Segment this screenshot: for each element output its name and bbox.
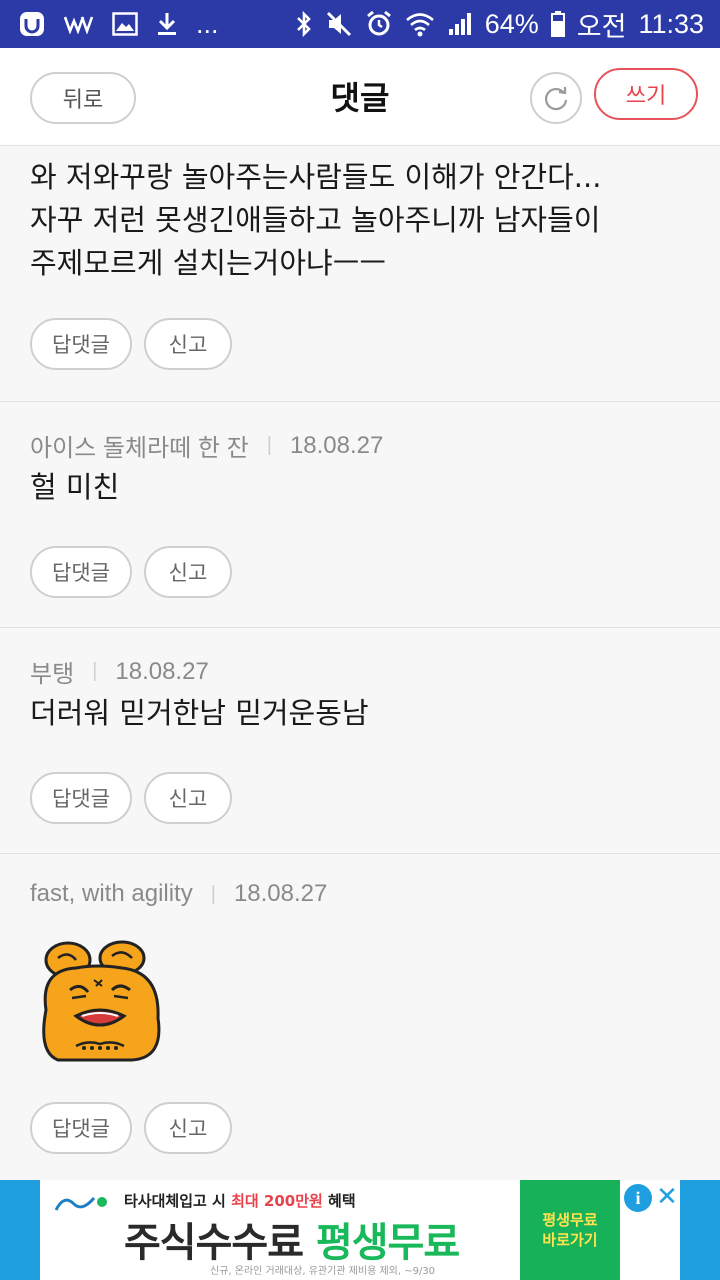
comment-text-line: 자꾸 저런 못생긴애들하고 놀아주니까 남자들이 — [30, 203, 601, 237]
emoticon-sticker — [36, 940, 168, 1064]
comment-actions: 답댓글 신고 — [30, 772, 232, 824]
back-button[interactable]: 뒤로 — [30, 72, 136, 124]
report-button[interactable]: 신고 — [144, 546, 232, 598]
reply-button[interactable]: 답댓글 — [30, 1102, 132, 1154]
battery-icon — [550, 11, 565, 37]
report-button[interactable]: 신고 — [144, 318, 232, 370]
reply-button[interactable]: 답댓글 — [30, 546, 132, 598]
meta-divider: | — [92, 660, 98, 682]
comment-text: 더러워 믿거한남 믿거운동남 — [30, 696, 369, 730]
refresh-button[interactable] — [530, 72, 582, 124]
bluetooth-icon — [295, 10, 313, 38]
clock-ampm: 오전 — [576, 11, 627, 42]
meta-divider: | — [266, 434, 272, 456]
refresh-icon — [542, 84, 570, 112]
battery-percent: 64% — [484, 8, 539, 39]
ad-cta-line: 바로가기 — [542, 1231, 598, 1249]
write-button[interactable]: 쓰기 — [594, 68, 698, 120]
ad-headline-part: 타사대체입고 시 — [124, 1192, 226, 1210]
comment-actions: 답댓글 신고 — [30, 318, 232, 370]
image-icon — [112, 12, 138, 36]
comment-item: fast, with agility | 18.08.27 답댓글 신고 — [0, 854, 720, 1180]
comment-meta: fast, with agility | 18.08.27 — [30, 880, 327, 908]
ad-main-highlight: 평생무료 — [315, 1220, 460, 1266]
wifi-icon — [405, 11, 435, 37]
comment-text: 와 저와꾸랑 놀아주는사람들도 이해가 안간다... 자꾸 저런 못생긴애들하고… — [30, 156, 700, 285]
ad-main-text: 주식수수료 — [124, 1220, 304, 1266]
comment-author[interactable]: 부탱 — [30, 654, 74, 689]
comment-text-line: 와 저와꾸랑 놀아주는사람들도 이해가 안간다... — [30, 160, 602, 194]
ad-headline-part: 혜택 — [328, 1192, 356, 1210]
mute-icon — [325, 10, 353, 38]
ad-content[interactable]: 타사대체입고 시 최대 200만원 혜택 주식수수료 평생무료 신규, 온라인 … — [40, 1180, 680, 1280]
comment-text-line: 주제모르게 설치는거아냐ㅡㅡ — [30, 246, 387, 280]
comment-date: 18.08.27 — [289, 431, 384, 459]
comment-actions: 답댓글 신고 — [30, 546, 232, 598]
comment-date: 18.08.27 — [115, 657, 209, 685]
ad-close-icon[interactable]: ✕ — [654, 1182, 680, 1212]
ad-fine-print: 신규, 온라인 거래대상, 유관기관 제비용 제외, ~9/30 — [210, 1266, 436, 1277]
ad-headline-highlight: 최대 200만원 — [231, 1192, 323, 1210]
clock-time: 11:33 — [638, 8, 704, 39]
ad-headline: 타사대체입고 시 최대 200만원 혜택 — [124, 1190, 356, 1211]
comment-item: 아이스 돌체라떼 한 잔 | 18.08.27 헐 미친 답댓글 신고 — [0, 402, 720, 628]
ad-main-copy: 주식수수료 평생무료 — [124, 1210, 460, 1268]
ad-cta-line: 평생무료 — [542, 1211, 598, 1229]
ad-cta-button[interactable]: 평생무료 바로가기 — [520, 1180, 620, 1280]
download-icon — [156, 11, 178, 37]
ad-info-icon[interactable]: i — [624, 1184, 652, 1212]
report-button[interactable]: 신고 — [144, 1102, 232, 1154]
comment-item: 부탱 | 18.08.27 더러워 믿거한남 믿거운동남 답댓글 신고 — [0, 628, 720, 854]
wv-icon — [64, 14, 94, 34]
comment-list: 와 저와꾸랑 놀아주는사람들도 이해가 안간다... 자꾸 저런 못생긴애들하고… — [0, 146, 720, 1180]
comment-author[interactable]: 아이스 돌체라떼 한 잔 — [30, 428, 249, 463]
comment-item: 와 저와꾸랑 놀아주는사람들도 이해가 안간다... 자꾸 저런 못생긴애들하고… — [0, 146, 720, 402]
more-notifications: ... — [196, 8, 219, 39]
comment-author[interactable]: fast, with agility — [30, 880, 193, 908]
reply-button[interactable]: 답댓글 — [30, 318, 132, 370]
alarm-icon — [365, 10, 393, 38]
top-app-bar: 뒤로 댓글 쓰기 — [0, 48, 720, 146]
comment-meta: 부탱 | 18.08.27 — [30, 654, 209, 689]
reply-button[interactable]: 답댓글 — [30, 772, 132, 824]
app-notification-icon — [18, 10, 46, 38]
meta-divider: | — [210, 882, 216, 905]
comment-actions: 답댓글 신고 — [30, 1102, 232, 1154]
comment-meta: 아이스 돌체라떼 한 잔 | 18.08.27 — [30, 428, 383, 463]
signal-icon — [447, 11, 473, 37]
comment-date: 18.08.27 — [233, 880, 328, 907]
report-button[interactable]: 신고 — [144, 772, 232, 824]
status-bar: ... 64% 오전 11:33 — [0, 0, 720, 48]
status-system: 64% 오전 11:33 — [295, 0, 704, 48]
comment-text: 헐 미친 — [30, 470, 120, 504]
ad-banner[interactable]: 타사대체입고 시 최대 200만원 혜택 주식수수료 평생무료 신규, 온라인 … — [0, 1180, 720, 1280]
ad-logo — [54, 1192, 114, 1217]
status-notifications: ... — [18, 0, 219, 48]
